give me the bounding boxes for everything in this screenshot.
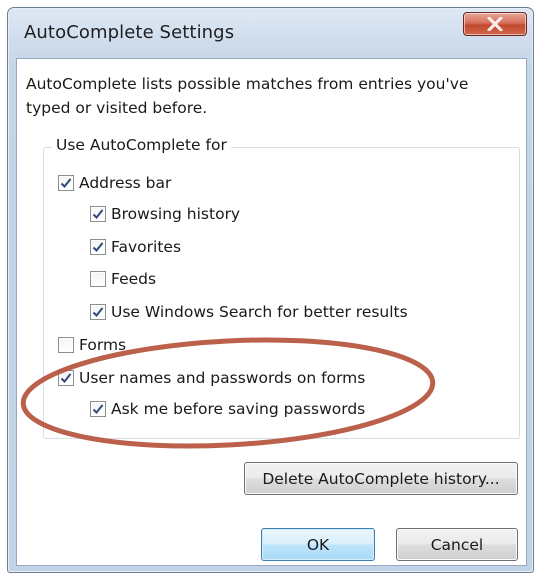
group-legend: Use AutoComplete for: [52, 136, 231, 154]
checkbox-label: User names and passwords on forms: [79, 369, 366, 387]
checkbox-box[interactable]: [58, 175, 74, 191]
close-x-icon: [487, 17, 503, 31]
cancel-button[interactable]: Cancel: [396, 528, 518, 561]
dialog-title: AutoComplete Settings: [24, 22, 235, 43]
checkbox-windows-search[interactable]: Use Windows Search for better results: [90, 301, 408, 323]
title-bar[interactable]: AutoComplete Settings: [8, 8, 533, 58]
checkbox-box[interactable]: [90, 239, 106, 255]
checkbox-feeds[interactable]: Feeds: [90, 268, 156, 290]
checkmark-icon: [60, 373, 72, 383]
checkbox-label: Forms: [79, 336, 127, 354]
checkbox-box[interactable]: [58, 370, 74, 386]
ok-button[interactable]: OK: [261, 528, 375, 561]
checkmark-icon: [92, 404, 104, 414]
checkbox-box[interactable]: [90, 304, 106, 320]
checkbox-browsing-history[interactable]: Browsing history: [90, 203, 240, 225]
delete-history-button[interactable]: Delete AutoComplete history...: [244, 462, 518, 495]
checkbox-box[interactable]: [90, 401, 106, 417]
checkbox-favorites[interactable]: Favorites: [90, 236, 181, 258]
checkbox-label: Address bar: [79, 174, 172, 192]
checkbox-box[interactable]: [90, 206, 106, 222]
checkbox-ask-before-saving[interactable]: Ask me before saving passwords: [90, 398, 365, 420]
description-text: AutoComplete lists possible matches from…: [26, 75, 469, 117]
checkbox-box[interactable]: [58, 337, 74, 353]
checkbox-address-bar[interactable]: Address bar: [58, 172, 171, 194]
checkbox-label: Browsing history: [111, 205, 241, 223]
checkmark-icon: [92, 307, 104, 317]
checkbox-label: Favorites: [111, 238, 182, 256]
checkbox-box[interactable]: [90, 271, 106, 287]
checkbox-label: Use Windows Search for better results: [111, 303, 408, 321]
checkbox-forms[interactable]: Forms: [58, 334, 126, 356]
checkmark-icon: [92, 209, 104, 219]
checkbox-label: Ask me before saving passwords: [111, 400, 366, 418]
checkmark-icon: [92, 242, 104, 252]
close-button[interactable]: [463, 12, 527, 36]
checkbox-label: Feeds: [111, 270, 157, 288]
checkbox-user-names-passwords[interactable]: User names and passwords on forms: [58, 367, 365, 389]
checkmark-icon: [60, 178, 72, 188]
